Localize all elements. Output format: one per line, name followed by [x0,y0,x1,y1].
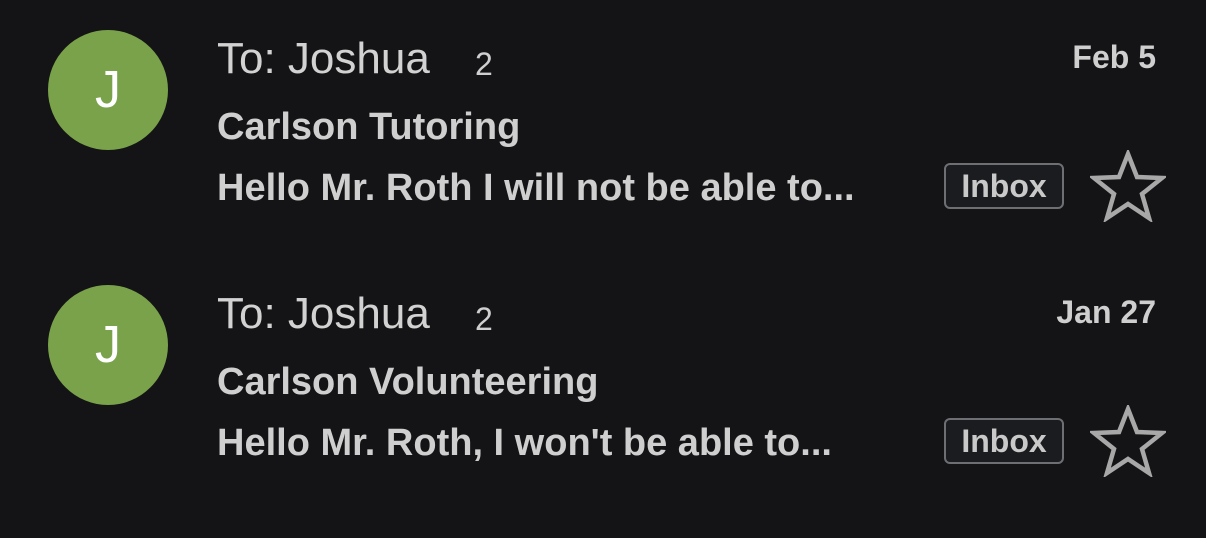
inbox-label-badge: Inbox [944,163,1064,209]
thread-count: 2 [475,46,493,82]
star-icon[interactable] [1090,150,1166,222]
inbox-label-badge: Inbox [944,418,1064,464]
sender-name: To: Joshua [217,289,430,338]
star-icon[interactable] [1090,405,1166,477]
avatar-letter: J [95,316,121,374]
avatar-letter: J [95,61,121,119]
sender-name: To: Joshua [217,34,430,83]
email-date: Jan 27 [1056,294,1156,330]
thread-count: 2 [475,301,493,337]
email-subject: Carlson Tutoring [217,106,521,148]
avatar[interactable]: J [48,285,168,405]
email-snippet: Hello Mr. Roth I will not be able to... [217,167,855,209]
email-subject: Carlson Volunteering [217,361,599,403]
email-date: Feb 5 [1072,39,1156,75]
email-list-item[interactable]: J To: Joshua 2 Feb 5 Carlson Tutoring He… [0,0,1206,255]
email-list-item[interactable]: J To: Joshua 2 Jan 27 Carlson Volunteeri… [0,255,1206,510]
avatar[interactable]: J [48,30,168,150]
email-snippet: Hello Mr. Roth, I won't be able to... [217,422,832,464]
